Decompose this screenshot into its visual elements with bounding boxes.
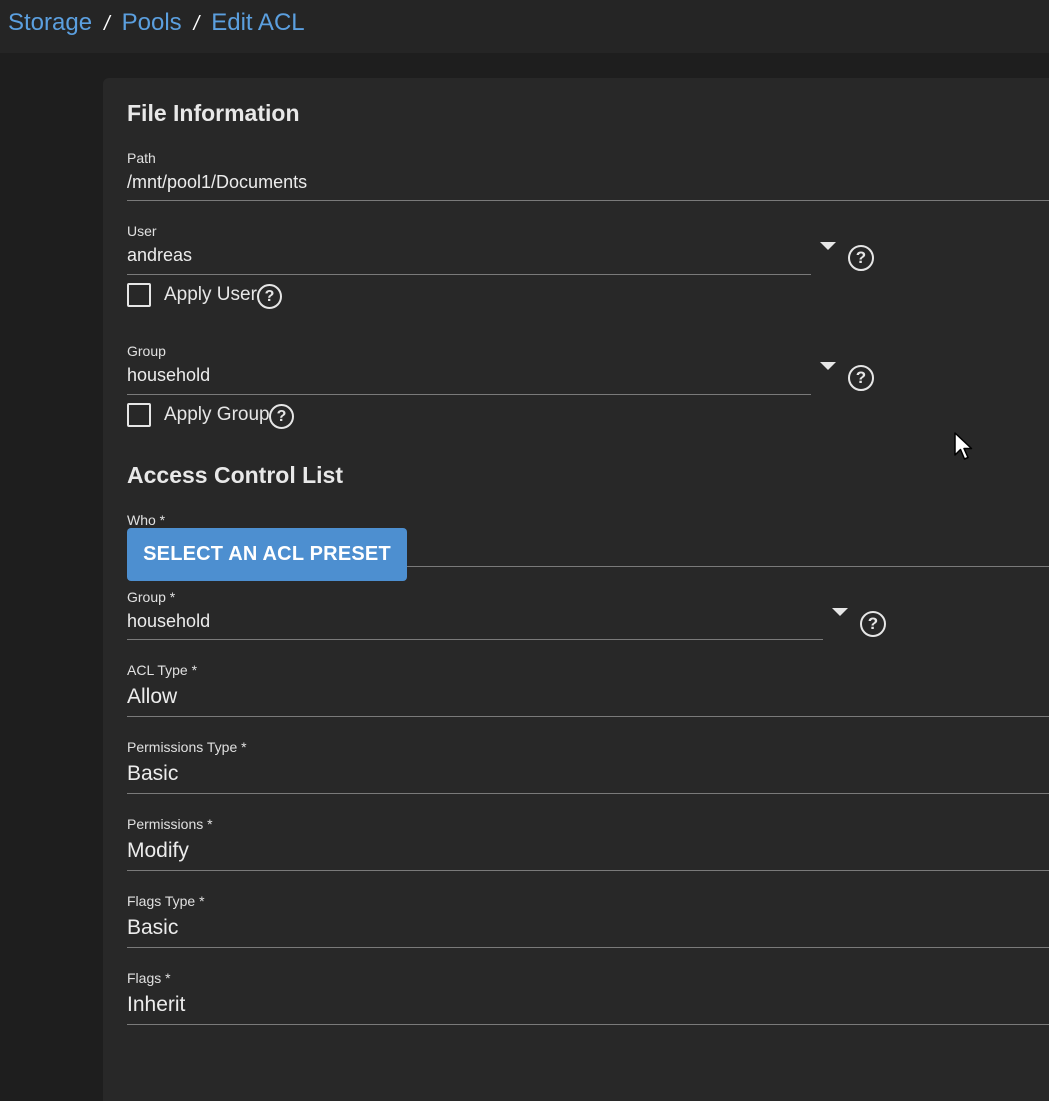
permissions-underline bbox=[127, 870, 1049, 871]
acl-type-select[interactable]: ACL Type * Allow bbox=[127, 662, 197, 709]
flags-type-value[interactable]: Basic bbox=[127, 916, 205, 940]
who-underline bbox=[407, 566, 1049, 567]
path-value[interactable]: /mnt/pool1/Documents bbox=[127, 172, 307, 193]
permissions-label: Permissions * bbox=[127, 816, 213, 832]
apply-user-checkbox[interactable] bbox=[127, 283, 151, 307]
permissions-type-value[interactable]: Basic bbox=[127, 762, 247, 786]
flags-type-underline bbox=[127, 947, 1049, 948]
breadcrumb-separator: / bbox=[193, 13, 200, 35]
user-select[interactable]: User andreas bbox=[127, 223, 192, 266]
access-control-list-title: Access Control List bbox=[127, 462, 343, 488]
who-label: Who * bbox=[127, 512, 166, 528]
user-label: User bbox=[127, 223, 157, 239]
acl-group-underline bbox=[127, 639, 823, 640]
user-value[interactable]: andreas bbox=[127, 245, 192, 266]
path-field[interactable]: Path /mnt/pool1/Documents bbox=[127, 150, 307, 193]
breadcrumb-pools[interactable]: Pools bbox=[122, 9, 182, 36]
flags-value[interactable]: Inherit bbox=[127, 993, 185, 1017]
help-circle-icon[interactable]: ? bbox=[269, 404, 294, 429]
acl-type-label: ACL Type * bbox=[127, 662, 198, 678]
apply-group-row[interactable]: Apply Group bbox=[127, 403, 270, 427]
help-circle-icon[interactable]: ? bbox=[848, 365, 874, 391]
apply-group-checkbox[interactable] bbox=[127, 403, 151, 427]
group-label: Group bbox=[127, 343, 166, 359]
acl-group-select[interactable]: Group * household bbox=[127, 589, 210, 632]
path-label: Path bbox=[127, 150, 156, 166]
help-circle-icon[interactable]: ? bbox=[257, 284, 282, 309]
permissions-select[interactable]: Permissions * Modify bbox=[127, 816, 213, 863]
group-underline bbox=[127, 394, 811, 395]
breadcrumb-separator: / bbox=[104, 13, 110, 35]
mouse-cursor-icon bbox=[954, 432, 973, 460]
flags-type-select[interactable]: Flags Type * Basic bbox=[127, 893, 205, 940]
flags-type-label: Flags Type * bbox=[127, 893, 205, 909]
group-select[interactable]: Group household bbox=[127, 343, 210, 386]
group-value[interactable]: household bbox=[127, 365, 210, 386]
acl-group-value[interactable]: household bbox=[127, 611, 210, 632]
user-underline bbox=[127, 274, 811, 275]
apply-group-label[interactable]: Apply Group bbox=[164, 404, 270, 426]
breadcrumb-storage[interactable]: Storage bbox=[8, 9, 92, 36]
file-information-title: File Information bbox=[127, 100, 300, 126]
flags-underline bbox=[127, 1024, 1049, 1025]
permissions-value[interactable]: Modify bbox=[127, 839, 213, 863]
caret-down-icon[interactable] bbox=[820, 242, 836, 250]
flags-select[interactable]: Flags * Inherit bbox=[127, 970, 185, 1017]
permissions-type-underline bbox=[127, 793, 1049, 794]
help-circle-icon[interactable]: ? bbox=[860, 611, 886, 637]
permissions-type-label: Permissions Type * bbox=[127, 739, 247, 755]
path-underline bbox=[127, 200, 1049, 201]
top-bar: Storage / Pools / Edit ACL bbox=[0, 0, 1049, 53]
select-acl-preset-button[interactable]: SELECT AN ACL PRESET bbox=[127, 528, 407, 581]
who-field: Who * bbox=[127, 512, 165, 528]
apply-user-label[interactable]: Apply User bbox=[164, 284, 257, 306]
breadcrumb: Storage / Pools / Edit ACL bbox=[8, 9, 305, 37]
acl-group-label: Group * bbox=[127, 589, 176, 605]
permissions-type-select[interactable]: Permissions Type * Basic bbox=[127, 739, 247, 786]
caret-down-icon[interactable] bbox=[820, 362, 836, 370]
flags-label: Flags * bbox=[127, 970, 171, 986]
breadcrumb-edit-acl[interactable]: Edit ACL bbox=[211, 9, 304, 36]
apply-user-row[interactable]: Apply User bbox=[127, 283, 257, 307]
acl-type-underline bbox=[127, 716, 1049, 717]
help-circle-icon[interactable]: ? bbox=[848, 245, 874, 271]
caret-down-icon[interactable] bbox=[832, 608, 848, 616]
acl-type-value[interactable]: Allow bbox=[127, 685, 197, 709]
